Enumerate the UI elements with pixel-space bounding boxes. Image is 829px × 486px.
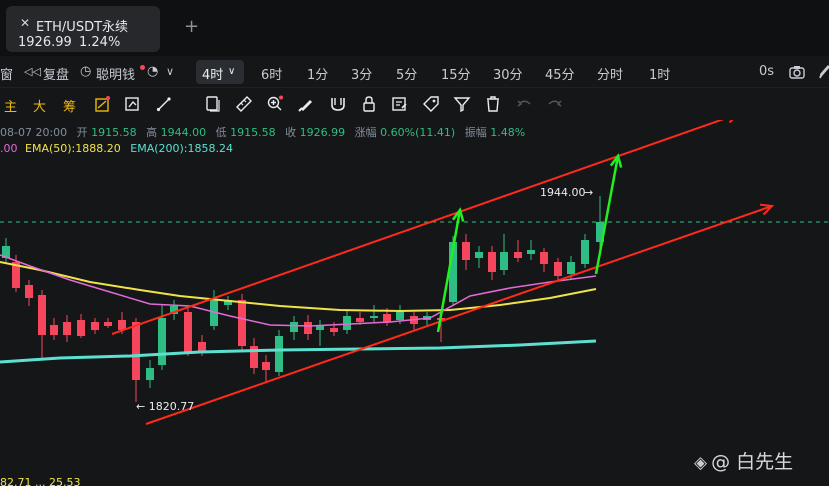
market-tab[interactable]: ✕ ETH/USDT永续 1926.99 1.24%: [6, 6, 160, 52]
countdown-label[interactable]: 0s: [759, 64, 774, 79]
copy-icon[interactable]: [204, 95, 222, 113]
binance-logo-icon: ◈: [694, 453, 708, 473]
ema200-line: [0, 339, 597, 364]
zoom-in-icon[interactable]: [266, 95, 284, 113]
tab-bar: ✕ ETH/USDT永续 1926.99 1.24% +: [0, 0, 829, 56]
replay-button[interactable]: 复盘: [43, 64, 69, 83]
interval-chevron-icon[interactable]: ∨: [228, 66, 235, 77]
interval-active[interactable]: 4时: [202, 64, 223, 83]
candle-body: [316, 326, 324, 330]
interval-1h[interactable]: 1时: [649, 64, 670, 83]
candle-body: [91, 322, 99, 330]
notification-dot: [140, 65, 145, 70]
drawing-toolbar: 主 大 筹: [0, 89, 829, 119]
tag-icon[interactable]: [422, 95, 440, 113]
lines-group: [0, 120, 829, 425]
close-icon[interactable]: ✕: [18, 16, 32, 30]
auto-draw-icon[interactable]: [94, 95, 112, 113]
low-marker: ← 1820.77: [136, 400, 194, 413]
interval-1m[interactable]: 1分: [307, 64, 328, 83]
brush-icon[interactable]: [297, 95, 315, 113]
interval-timeline[interactable]: 分时: [597, 64, 623, 83]
candle-body: [38, 295, 46, 335]
candle-body: [527, 250, 535, 254]
magnet-icon[interactable]: [329, 95, 347, 113]
trend-line-upper-head: [728, 120, 734, 124]
interval-30m[interactable]: 30分: [493, 64, 523, 83]
trend-line-upper: [111, 120, 724, 335]
candle-body: [25, 285, 33, 298]
candle-body: [184, 312, 192, 352]
candle-body: [330, 328, 338, 332]
candle-body: [370, 316, 378, 318]
high-marker: 1944.00: [540, 186, 586, 199]
interval-3m[interactable]: 3分: [351, 64, 372, 83]
candle-body: [462, 242, 470, 260]
candle-body: [540, 252, 548, 264]
interval-45m[interactable]: 45分: [545, 64, 575, 83]
chip-button[interactable]: 筹: [63, 96, 76, 115]
undo-icon[interactable]: [515, 95, 533, 113]
candle-body: [514, 252, 522, 258]
indicator-icon[interactable]: ◔: [147, 64, 158, 79]
candle-body: [50, 325, 58, 335]
candle-body: [581, 240, 589, 264]
main-indicator-button[interactable]: 主: [4, 96, 17, 115]
candle-body: [343, 316, 351, 330]
candle-body: [290, 322, 298, 332]
candle-body: [500, 252, 508, 270]
candle-body: [146, 368, 154, 380]
trash-icon[interactable]: [484, 95, 502, 113]
candle-body: [396, 312, 404, 320]
candle-body: [275, 336, 283, 372]
chart-canvas[interactable]: 1944.00 → ← 1820.77 82.71 ... 25.53: [0, 120, 829, 486]
high-marker-arrow: →: [584, 186, 593, 199]
add-tab-button[interactable]: +: [184, 18, 199, 36]
smart-money-icon[interactable]: ◷: [80, 64, 91, 79]
candle-body: [304, 322, 312, 334]
window-button[interactable]: 窗: [0, 64, 13, 83]
interval-5m[interactable]: 5分: [396, 64, 417, 83]
candle-body: [475, 252, 483, 258]
candle-body: [383, 314, 391, 322]
ruler-icon[interactable]: [235, 95, 253, 113]
lock-icon[interactable]: [360, 95, 378, 113]
candle-body: [356, 318, 364, 322]
candle-body: [132, 322, 140, 380]
candle-body: [63, 322, 71, 335]
tab-price: 1926.99: [18, 35, 72, 50]
candle-body: [238, 300, 246, 346]
candle-body: [77, 320, 85, 336]
interval-toolbar: 窗 ◁◁ 复盘 ◷ 聪明钱 ◔ ∨ 4时 ∨ 6时 1分 3分 5分 15分 3…: [0, 56, 829, 88]
candle-body: [554, 262, 562, 276]
smart-money-button[interactable]: 聪明钱: [96, 64, 135, 83]
pattern-icon[interactable]: [124, 95, 142, 113]
candle-body: [567, 262, 575, 274]
camera-icon[interactable]: [789, 65, 805, 79]
watermark: ◈ @ 白先生: [694, 447, 793, 474]
chart-area[interactable]: 08-07 20:00 开 1915.58 高 1944.00 低 1915.5…: [0, 120, 829, 486]
edit-list-icon[interactable]: [391, 95, 409, 113]
candle-body: [104, 322, 112, 326]
candles-group: [2, 196, 604, 402]
pen-icon[interactable]: [818, 64, 829, 80]
tab-change: 1.24%: [79, 35, 121, 50]
line-tool-icon[interactable]: [155, 95, 173, 113]
tab-title: ETH/USDT永续: [36, 20, 129, 35]
candle-body: [158, 318, 166, 365]
green-arrow-right: [594, 155, 620, 275]
replay-icon[interactable]: ◁◁: [24, 65, 41, 78]
candle-body: [488, 252, 496, 272]
bottom-indicator-text: 82.71 ... 25.53: [0, 476, 80, 486]
interval-15m[interactable]: 15分: [441, 64, 471, 83]
chevron-down-icon[interactable]: ∨: [166, 65, 174, 78]
filter-icon[interactable]: [453, 95, 471, 113]
big-order-button[interactable]: 大: [33, 96, 46, 115]
candle-body: [262, 362, 270, 370]
interval-6h[interactable]: 6时: [261, 64, 282, 83]
redo-icon[interactable]: [546, 95, 564, 113]
watermark-text: @ 白先生: [711, 451, 794, 473]
